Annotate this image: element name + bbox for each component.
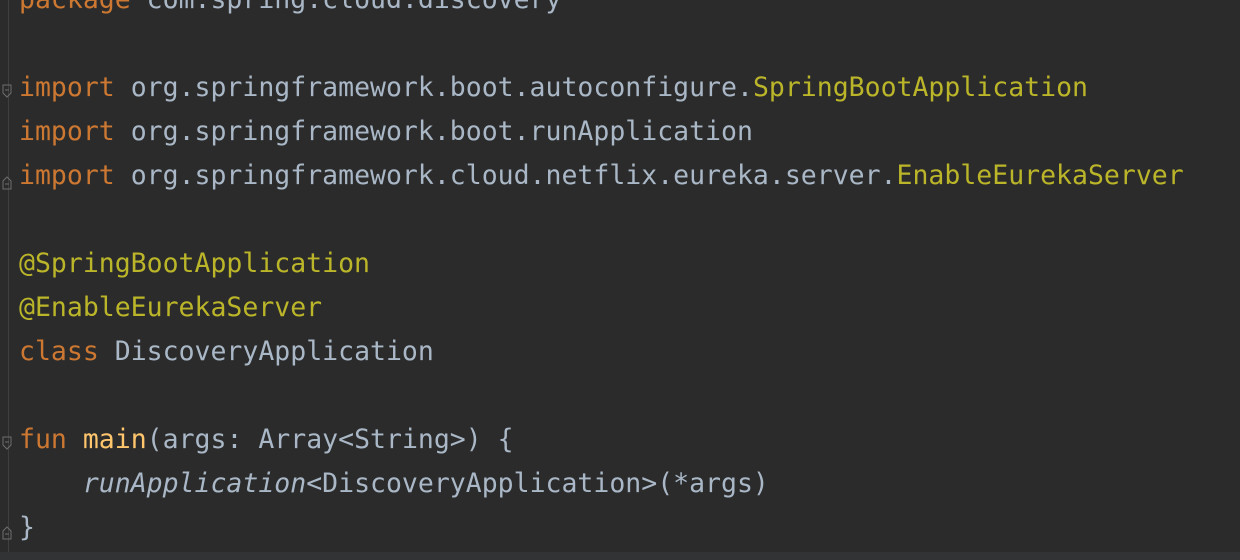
- code-line-import: import org.springframework.cloud.netflix…: [19, 154, 1184, 198]
- code-line-import: import org.springframework.boot.autoconf…: [19, 66, 1088, 110]
- called-function: runApplication: [82, 468, 307, 499]
- import-path: org.springframework.cloud.netflix.eureka…: [130, 160, 897, 191]
- code-line-class: class DiscoveryApplication: [19, 330, 434, 374]
- fold-collapse-icon[interactable]: [1, 436, 13, 452]
- code-line-package: package com.spring.cloud.discovery: [19, 0, 561, 22]
- keyword: package: [19, 0, 131, 15]
- import-path: org.springframework.boot.runApplication: [130, 116, 753, 147]
- fold-expand-icon[interactable]: [1, 524, 13, 540]
- class-name: DiscoveryApplication: [114, 336, 434, 367]
- fold-collapse-icon[interactable]: [1, 84, 13, 100]
- keyword: import: [19, 72, 115, 103]
- code-line-call: runApplication<DiscoveryApplication>(*ar…: [19, 462, 769, 506]
- keyword: fun: [19, 424, 67, 455]
- code-editor[interactable]: package com.spring.cloud.discovery impor…: [0, 0, 1240, 560]
- fold-expand-icon[interactable]: [1, 174, 13, 190]
- code-line-import: import org.springframework.boot.runAppli…: [19, 110, 753, 154]
- import-path: org.springframework.boot.autoconfigure.: [130, 72, 753, 103]
- code-line-annotation: @SpringBootApplication: [19, 248, 370, 279]
- call-arguments: <DiscoveryApplication>(*args): [306, 468, 769, 499]
- package-name: com.spring.cloud.discovery: [147, 0, 562, 15]
- import-symbol: SpringBootApplication: [752, 72, 1088, 103]
- bottom-edge: [0, 552, 1240, 560]
- keyword: import: [19, 160, 115, 191]
- function-name: main: [82, 424, 147, 455]
- function-params: (args: Array<String>) {: [146, 424, 514, 455]
- code-line-function: fun main(args: Array<String>) {: [19, 418, 514, 462]
- keyword: import: [19, 116, 115, 147]
- code-line-close-brace: }: [19, 512, 35, 543]
- keyword: class: [19, 336, 99, 367]
- code-line-annotation: @EnableEurekaServer: [19, 292, 323, 323]
- import-symbol: EnableEurekaServer: [896, 160, 1184, 191]
